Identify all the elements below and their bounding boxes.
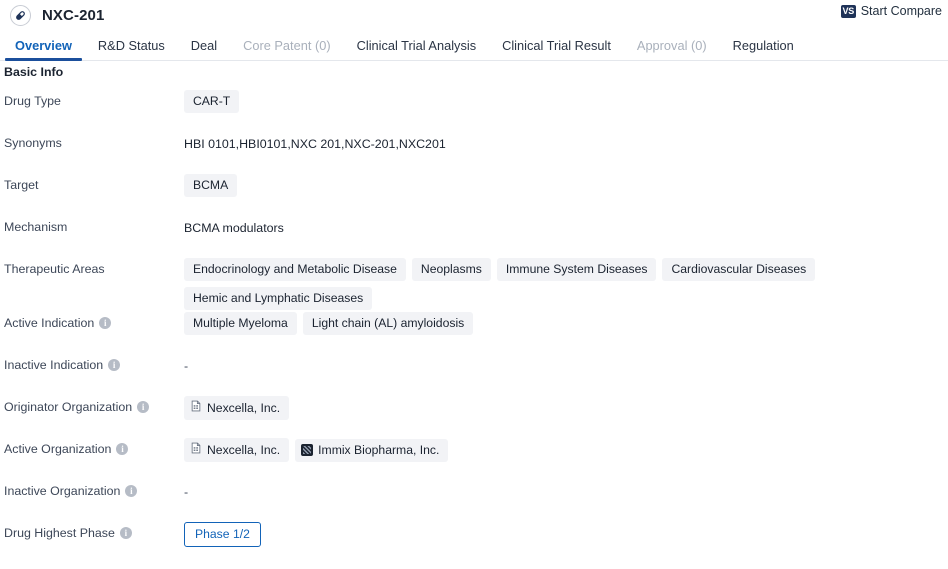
value-chip[interactable]: Immune System Diseases [496, 258, 657, 281]
info-row-value: Phase 1/2 [184, 520, 948, 547]
value-chip[interactable]: BCMA [184, 174, 238, 197]
value-empty: - [184, 484, 189, 499]
organization-chip[interactable]: Nexcella, Inc. [184, 438, 290, 462]
company-logo-icon [301, 443, 314, 456]
info-row-label: Drug Type [0, 88, 184, 109]
info-row: Drug Highest Phase i Phase 1/2 [0, 520, 948, 562]
info-row: Drug Type CAR-T [0, 88, 948, 130]
info-row-value: Multiple Myeloma Light chain (AL) amyloid… [184, 310, 948, 335]
info-row-label: Synonyms [0, 130, 184, 151]
label-text: Originator Organization [4, 400, 133, 414]
section-title-basic-info: Basic Info [4, 65, 64, 79]
value-empty: - [184, 566, 188, 569]
value-chip[interactable]: CAR-T [184, 90, 240, 113]
vs-icon: VS [840, 4, 856, 18]
value-chip[interactable]: Light chain (AL) amyloidosis [302, 312, 474, 335]
label-text: Inactive Indication [4, 358, 104, 372]
label-text: Drug Highest Phase [4, 526, 115, 540]
info-row: Active Organization i Nexcella, Inc. Immix … [0, 436, 948, 478]
info-row-value: BCMA modulators [184, 214, 948, 236]
capsule-icon [10, 5, 31, 26]
app-header: NXC-201 VS Start Compare [0, 0, 948, 31]
value-chip[interactable]: Cardiovascular Diseases [662, 258, 816, 281]
tab-clinical-trial-analysis[interactable]: Clinical Trial Analysis [344, 39, 489, 60]
tab-clinical-trial-result[interactable]: Clinical Trial Result [489, 39, 624, 60]
info-row: Synonyms HBI 0101,HBI0101,NXC 201,NXC-201… [0, 130, 948, 172]
info-row: First Approval Date(Global)- [0, 562, 948, 569]
info-row-label: Therapeutic Areas [0, 256, 184, 277]
organization-name: Nexcella, Inc. [207, 400, 281, 415]
label-text: Target [4, 178, 39, 192]
info-icon[interactable]: i [99, 317, 112, 329]
info-row-value: Nexcella, Inc. [184, 394, 948, 420]
tab-deal[interactable]: Deal [178, 39, 230, 60]
info-icon[interactable]: i [125, 485, 138, 497]
info-row-value: BCMA [184, 172, 948, 197]
info-row-value: - [184, 562, 948, 569]
info-row: Target BCMA [0, 172, 948, 214]
label-text: Inactive Organization [4, 484, 121, 498]
info-row-label: Mechanism [0, 214, 184, 235]
start-compare-label: Start Compare [860, 4, 942, 18]
info-icon[interactable]: i [119, 527, 132, 539]
label-text: Active Indication [4, 316, 95, 330]
info-row-value: HBI 0101,HBI0101,NXC 201,NXC-201,NXC201 [184, 130, 948, 152]
start-compare-button[interactable]: VS Start Compare [840, 4, 942, 18]
label-text: Drug Type [4, 94, 61, 108]
basic-info-table: Drug Type CAR-T Synonyms HBI 0101,HBI0101,N… [0, 79, 948, 569]
info-row-value: - [184, 478, 948, 500]
label-text: Therapeutic Areas [4, 262, 105, 276]
tab-approval-0[interactable]: Approval (0) [624, 39, 720, 60]
info-row-label: Active Indication i [0, 310, 184, 331]
value-chip[interactable]: Multiple Myeloma [184, 312, 297, 335]
page-title: NXC-201 [42, 7, 105, 24]
label-text: Synonyms [4, 136, 62, 150]
company-doc-icon [190, 442, 202, 457]
info-row-label: Inactive Organization i [0, 478, 184, 499]
info-row: Originator Organization i Nexcella, Inc. [0, 394, 948, 436]
info-row-label: Originator Organization i [0, 394, 184, 415]
info-row: Active Indication i Multiple Myeloma Light … [0, 310, 948, 352]
label-text: Active Organization [4, 442, 112, 456]
tab-regulation[interactable]: Regulation [720, 39, 807, 60]
value-text: HBI 0101,HBI0101,NXC 201,NXC-201,NXC201 [184, 136, 446, 151]
info-row-label: Inactive Indication i [0, 352, 184, 373]
info-row: Inactive Indication i - [0, 352, 948, 394]
tab-core-patent-0[interactable]: Core Patent (0) [230, 39, 344, 60]
info-row-value: - [184, 352, 948, 374]
info-row-label: First Approval Date(Global) [0, 562, 184, 569]
organization-name: Nexcella, Inc. [207, 442, 281, 457]
organization-chip[interactable]: Nexcella, Inc. [184, 396, 290, 420]
value-chip[interactable]: Hemic and Lymphatic Diseases [184, 287, 373, 310]
info-row-value: Endocrinology and Metabolic Disease Neopl… [184, 256, 948, 310]
company-doc-icon [190, 400, 202, 415]
value-empty: - [184, 358, 189, 373]
info-row-label: Target [0, 172, 184, 193]
value-text: BCMA modulators [184, 220, 284, 235]
info-icon[interactable]: i [116, 443, 129, 455]
value-chip[interactable]: Neoplasms [411, 258, 491, 281]
info-icon[interactable]: i [108, 359, 121, 371]
info-row: Mechanism BCMA modulators [0, 214, 948, 256]
info-row: Inactive Organization i - [0, 478, 948, 520]
organization-name: Immix Biopharma, Inc. [318, 442, 440, 457]
value-chip[interactable]: Endocrinology and Metabolic Disease [184, 258, 406, 281]
tab-r-d-status[interactable]: R&D Status [85, 39, 178, 60]
label-text: Mechanism [4, 220, 68, 234]
phase-chip[interactable]: Phase 1/2 [184, 522, 261, 547]
info-row: Therapeutic Areas Endocrinology and Metab… [0, 256, 948, 310]
info-row-value: CAR-T [184, 88, 948, 113]
info-row-value: Nexcella, Inc. Immix Biopharma, Inc. [184, 436, 948, 462]
info-row-label: Drug Highest Phase i [0, 520, 184, 541]
info-icon[interactable]: i [137, 401, 150, 413]
organization-chip[interactable]: Immix Biopharma, Inc. [295, 438, 449, 462]
tab-bar: Overview R&D Status Deal Core Patent (0) Cli… [0, 31, 948, 61]
tab-overview[interactable]: Overview [2, 39, 85, 61]
info-row-label: Active Organization i [0, 436, 184, 457]
